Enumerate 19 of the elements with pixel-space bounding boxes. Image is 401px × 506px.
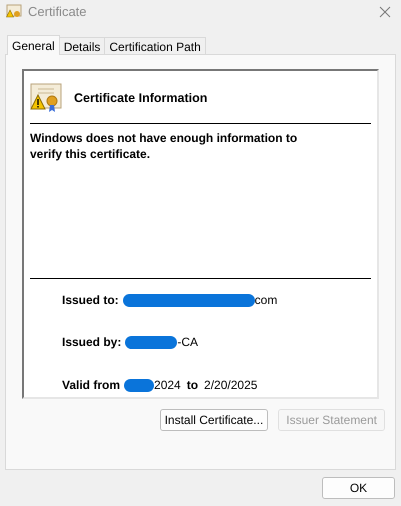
window-title: Certificate <box>28 3 87 22</box>
field-value: com <box>254 292 278 309</box>
tab[interactable]: General <box>7 35 60 55</box>
valid-from-date: 2024 <box>154 377 181 394</box>
info-heading: Certificate Information <box>74 90 208 107</box>
field-label: Issued by: <box>62 334 122 351</box>
certificate-icon <box>6 4 22 20</box>
ok-button[interactable]: OK <box>322 477 395 499</box>
tab[interactable]: Certification Path <box>105 37 206 54</box>
info-message: Windows does not have enough information to verify this certificate. <box>30 130 298 162</box>
close-icon[interactable] <box>379 6 391 18</box>
field-label: to <box>186 377 198 394</box>
field-label: Valid from <box>62 377 120 394</box>
field-value: -CA <box>177 334 198 351</box>
field-label: Issued to: <box>62 292 119 309</box>
tab[interactable]: Details <box>60 37 106 54</box>
valid-to-date: 2/20/2025 <box>204 377 258 394</box>
certificate-warning-icon <box>30 83 64 113</box>
dialog-button[interactable]: Install Certificate... <box>160 409 268 431</box>
